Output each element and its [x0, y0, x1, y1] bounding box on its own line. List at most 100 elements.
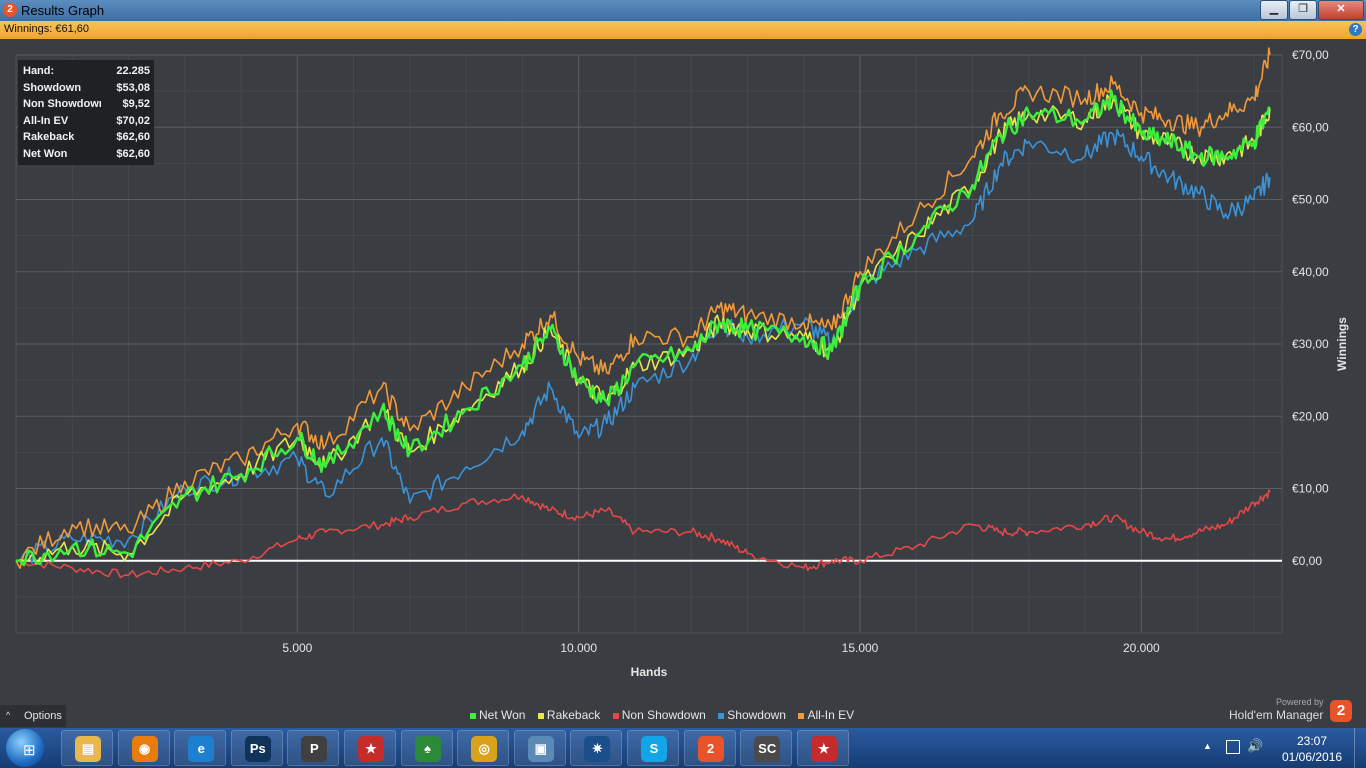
legend-item-showdown[interactable]: Showdown — [718, 708, 786, 722]
x-axis-label: Hands — [631, 665, 668, 679]
stat-label: Rakeback — [23, 131, 75, 143]
photoshop-icon: Ps — [244, 736, 271, 762]
show-desktop-button[interactable] — [1354, 728, 1366, 768]
legend-item-all-in-ev[interactable]: All-In EV — [798, 708, 854, 722]
series-line-net-won — [15, 89, 1271, 567]
stats-panel: Hand: 22.285 Showdown $53,08 Non Showdown $… — [18, 60, 154, 165]
blender-icon: ◉ — [131, 736, 158, 762]
clock-time[interactable]: 23:07 — [1297, 734, 1327, 748]
stat-value: $53,08 — [116, 81, 150, 94]
winnings-bar: Winnings: €61,60 ? — [0, 21, 1366, 39]
stat-label: All-In EV — [23, 114, 69, 127]
stat-value: 22.285 — [116, 65, 150, 77]
taskbar-button[interactable]: Ps — [230, 730, 283, 766]
chrome-icon: ◎ — [471, 736, 498, 762]
start-button[interactable]: ⊞ — [6, 729, 44, 767]
taskbar-button[interactable]: S — [627, 730, 679, 766]
brand-name: Hold'em Manager — [1229, 708, 1324, 722]
windows-logo-icon: ⊞ — [23, 742, 36, 759]
taskbar-button[interactable]: ♠ — [400, 730, 453, 766]
help-icon[interactable]: ? — [1349, 23, 1362, 36]
stat-label: Hand: — [23, 65, 55, 77]
stat-value: $62,60 — [116, 131, 150, 143]
options-button[interactable]: ^ Options — [0, 705, 66, 727]
y-tick-label: €70,00 — [1292, 48, 1329, 62]
skype-icon: S — [641, 736, 667, 762]
x-axis-ticks: 5.000 10.000 15.000 20.000 — [282, 641, 1160, 655]
battlenet-icon: ✷ — [584, 736, 611, 762]
powered-by-text: Powered by — [1276, 697, 1324, 707]
winnings-label: Winnings: €61,60 — [4, 23, 89, 35]
stat-row-net-won: Net Won $62,60 — [18, 146, 154, 163]
photo-viewer-icon: ▣ — [527, 736, 554, 762]
y-axis-ticks: €0,00 €10,00 €20,00 €30,00 €40,00 €50,00 €60,0… — [1292, 48, 1329, 568]
pokerstars-2-icon: ★ — [810, 736, 837, 762]
y-tick-label: €40,00 — [1292, 265, 1329, 279]
taskbar-button[interactable]: ◉ — [117, 730, 170, 766]
y-tick-label: €0,00 — [1292, 554, 1322, 568]
legend-item-net-won[interactable]: Net Won — [470, 708, 525, 722]
internet-explorer-icon: e — [188, 736, 215, 762]
y-tick-label: €50,00 — [1292, 193, 1329, 207]
stat-row-hand: Hand: 22.285 — [18, 63, 154, 80]
window-title: Results Graph — [21, 3, 105, 18]
legend-label: Showdown — [727, 708, 786, 722]
volume-icon[interactable]: 🔊 — [1247, 738, 1263, 754]
taskbar-button[interactable]: P — [287, 730, 340, 766]
legend-item-non-showdown[interactable]: Non Showdown — [612, 708, 706, 722]
taskbar-button[interactable]: ✷ — [570, 730, 623, 766]
series-line-rakeback — [15, 94, 1271, 565]
legend-swatch — [718, 712, 725, 719]
x-tick-label: 20.000 — [1123, 641, 1160, 655]
legend-label: Non Showdown — [621, 708, 706, 722]
taskbar-button[interactable]: ▣ — [513, 730, 566, 766]
y-tick-label: €10,00 — [1292, 482, 1329, 496]
tray-expand-icon[interactable]: ▲ — [1203, 741, 1212, 751]
x-tick-label: 10.000 — [560, 641, 597, 655]
legend-swatch — [798, 712, 805, 719]
options-label: Options — [24, 710, 62, 722]
legend-item-rakeback[interactable]: Rakeback — [537, 708, 601, 722]
legend-swatch — [612, 712, 619, 719]
maximize-button[interactable]: ❐ — [1289, 0, 1317, 20]
y-tick-label: €60,00 — [1292, 120, 1329, 134]
stat-value: $9,52 — [122, 98, 150, 110]
grid — [15, 54, 1283, 634]
legend-swatch — [470, 712, 476, 719]
taskbar: ⊞ ▤ ◉ e Ps P ★ ♠ ◎ ▣ ✷ S 2 SC ★ ▲ 🔊 23:07 01/06/2016 — [0, 728, 1366, 768]
series-line-non-showdown — [15, 489, 1271, 579]
starcraft-icon: SC — [754, 736, 781, 762]
poker-table-icon: ♠ — [414, 736, 441, 762]
x-tick-label: 15.000 — [842, 641, 879, 655]
stat-row-all-in-ev: All-In EV $70,02 — [18, 113, 154, 130]
pokerx-icon: P — [301, 736, 328, 762]
holdem-manager-icon: 2 — [697, 736, 724, 762]
taskbar-button[interactable]: ▤ — [61, 730, 113, 766]
clock-date[interactable]: 01/06/2016 — [1282, 750, 1342, 764]
close-button[interactable]: ✕ — [1318, 0, 1364, 20]
taskbar-button[interactable]: 2 — [683, 730, 736, 766]
legend-label: Net Won — [479, 708, 526, 722]
x-tick-label: 5.000 — [282, 641, 312, 655]
y-axis-label: Winnings — [1335, 317, 1349, 371]
minimize-button[interactable]: ▁ — [1260, 0, 1288, 20]
y-tick-label: €30,00 — [1292, 337, 1329, 351]
stat-label: Non Showdown — [23, 98, 101, 110]
action-center-icon[interactable] — [1226, 740, 1240, 754]
stat-label: Showdown — [23, 81, 82, 94]
taskbar-button[interactable]: ★ — [796, 730, 849, 766]
legend-label: Rakeback — [546, 708, 601, 722]
legend-swatch — [537, 712, 544, 719]
window-title-bar: 2 Results Graph ▁ ❐ ✕ — [0, 0, 1366, 21]
stat-value: $70,02 — [116, 114, 150, 127]
results-graph: 5.000 10.000 15.000 20.000 €0,00 €10,00 €20,0… — [15, 47, 1349, 679]
holdem-manager-logo: 2 — [1330, 700, 1352, 722]
stat-row-rakeback: Rakeback $62,60 — [18, 129, 154, 146]
taskbar-button[interactable]: e — [174, 730, 227, 766]
stat-label: Net Won — [23, 147, 68, 160]
y-tick-label: €20,00 — [1292, 409, 1329, 423]
taskbar-button[interactable]: ★ — [344, 730, 396, 766]
taskbar-button[interactable]: ◎ — [457, 730, 510, 766]
chevron-up-icon: ^ — [6, 710, 11, 720]
taskbar-button[interactable]: SC — [740, 730, 793, 766]
